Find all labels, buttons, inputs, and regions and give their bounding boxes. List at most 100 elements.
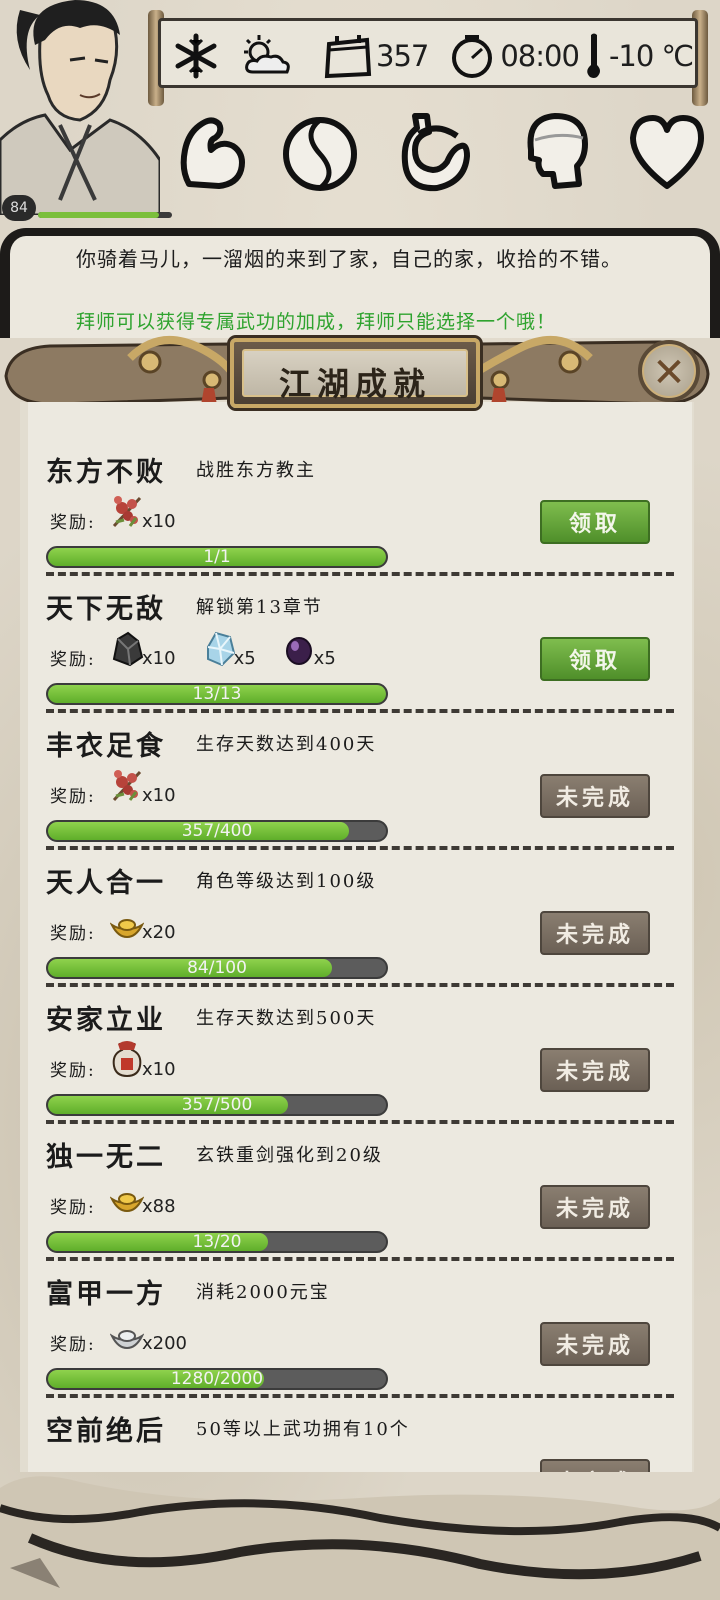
- reward-item[interactable]: x88: [109, 1177, 176, 1219]
- reward-label: 奖励:: [50, 924, 96, 944]
- dialog-title: 江湖成就: [278, 365, 431, 403]
- achievement-name: 安家立业: [46, 1005, 166, 1036]
- achievement-desc: 生存天数达到500天: [196, 1008, 377, 1029]
- heart-icon[interactable]: [625, 110, 705, 194]
- achievement-progress-bar: 1280/2000: [46, 1368, 388, 1390]
- mind-icon[interactable]: [513, 110, 593, 194]
- crystal-icon: [202, 629, 236, 671]
- reward-list: x88: [109, 1177, 202, 1219]
- reward-qty: x10: [142, 648, 176, 669]
- status-scroll: 357 08:00 -10 ℃: [148, 10, 708, 106]
- level-progress-fill: [38, 212, 159, 218]
- reward-label: 奖励:: [50, 650, 96, 670]
- ore-icon: [110, 629, 144, 671]
- reward-label: 奖励:: [50, 1061, 96, 1081]
- achievement-progress-text: 357/400: [181, 821, 253, 841]
- yin-yang-icon[interactable]: [280, 110, 360, 194]
- achievement-name: 空前绝后: [46, 1416, 166, 1447]
- wine-jar-icon: [110, 1040, 144, 1082]
- thermometer-icon: [579, 28, 609, 84]
- reward-qty: x5: [313, 648, 336, 669]
- achievement-item: 天人合一 角色等级达到100级奖励: x20 84/100 未完成: [28, 841, 692, 987]
- reward-qty: x10: [142, 511, 176, 532]
- flower-icon: [110, 766, 144, 808]
- gem-icon: [282, 629, 316, 671]
- incomplete-button[interactable]: 未完成: [540, 911, 650, 955]
- reward-qty: x5: [233, 648, 256, 669]
- calendar-icon: [320, 28, 376, 84]
- title-plate: 江湖成就: [230, 338, 480, 408]
- reward-item[interactable]: x5: [282, 629, 336, 671]
- achievement-progress-text: 13/13: [192, 684, 242, 704]
- achievement-desc: 战胜东方教主: [196, 460, 316, 481]
- silver-ingot-icon: [109, 1314, 145, 1356]
- reward-list: x10 x5 x5: [110, 631, 362, 671]
- achievement-progress-text: 1280/2000: [170, 1369, 264, 1389]
- achievement-name: 天人合一: [46, 868, 166, 899]
- reward-item[interactable]: x10: [110, 629, 176, 671]
- snowflake-icon: [168, 28, 224, 84]
- incomplete-button[interactable]: 未完成: [540, 1322, 650, 1366]
- reward-item[interactable]: x10: [110, 766, 176, 808]
- avatar[interactable]: [0, 0, 160, 215]
- achievement-item: 丰衣足食 生存天数达到400天 奖励: x10 357/400 未完成: [28, 704, 692, 850]
- gold-ingot-icon: [109, 903, 145, 945]
- achievement-desc: 角色等级达到100级: [196, 871, 377, 892]
- incomplete-button[interactable]: 未完成: [540, 1048, 650, 1092]
- reward-qty: x88: [142, 1196, 176, 1217]
- incomplete-button[interactable]: 未完成: [540, 1185, 650, 1229]
- attribute-row: [175, 110, 720, 200]
- achievement-progress-bar: 13/13: [46, 683, 388, 705]
- reward-list: x10: [110, 768, 202, 808]
- achievement-item: 独一无二 玄铁重剑强化到20级 奖励: x88 13/20 未完成: [28, 1115, 692, 1261]
- reward-label: 奖励:: [50, 513, 96, 533]
- reward-qty: x10: [142, 1059, 176, 1080]
- achievement-progress-bar: 357/400: [46, 820, 388, 842]
- reward-qty: x20: [142, 922, 176, 943]
- stomach-icon[interactable]: [397, 110, 477, 194]
- close-button[interactable]: ✕: [638, 340, 700, 402]
- days-count: 357: [376, 39, 429, 73]
- reward-item[interactable]: x10: [110, 492, 176, 534]
- reward-item[interactable]: x200: [109, 1314, 188, 1356]
- reward-item[interactable]: x20: [109, 903, 176, 945]
- claim-button[interactable]: 领取: [540, 500, 650, 544]
- achievement-name: 丰衣足食: [46, 731, 166, 762]
- incomplete-button[interactable]: 未完成: [540, 774, 650, 818]
- achievement-desc: 50等以上武功拥有10个: [196, 1419, 410, 1440]
- achievement-progress-text: 1/1: [203, 547, 231, 567]
- achievement-name: 富甲一方: [46, 1279, 166, 1310]
- reward-qty: x10: [142, 785, 176, 806]
- reward-list: x10: [110, 494, 202, 534]
- bottom-scroll: [0, 1468, 720, 1600]
- reward-item[interactable]: x10: [110, 1040, 176, 1082]
- achievement-name: 东方不败: [46, 457, 166, 488]
- reward-qty: x200: [142, 1333, 188, 1354]
- strength-icon[interactable]: [175, 110, 255, 194]
- achievement-name: 天下无敌: [46, 594, 166, 625]
- achievement-progress-bar: 357/500: [46, 1094, 388, 1116]
- achievement-progress-bar: 13/20: [46, 1231, 388, 1253]
- achievement-desc: 解锁第13章节: [196, 597, 323, 618]
- achievement-item: 空前绝后50等以上武功拥有10个奖励:未完成: [28, 1389, 692, 1472]
- achievement-desc: 玄铁重剑强化到20级: [196, 1145, 383, 1166]
- achievement-progress-text: 84/100: [187, 958, 247, 978]
- reward-label: 奖励:: [50, 1335, 96, 1355]
- temperature-display: -10 ℃: [608, 39, 694, 73]
- achievement-progress-bar: 1/1: [46, 546, 388, 568]
- reward-list: x20: [109, 903, 202, 945]
- achievement-progress-bar: 84/100: [46, 957, 388, 979]
- achievement-desc: 生存天数达到400天: [196, 734, 377, 755]
- flower-icon: [110, 492, 144, 534]
- achievement-list[interactable]: 东方不败 战胜东方教主 奖励: x10 1/1 领取 天下无敌 解锁第13章节 奖励: x10 x5…: [28, 402, 692, 1472]
- story-text: 你骑着马儿，一溜烟的来到了家，自己的家，收拾的不错。: [76, 247, 622, 271]
- gold-ingot-icon: [109, 1177, 145, 1219]
- status-row: 357 08:00 -10 ℃: [168, 28, 694, 84]
- time-display: 08:00: [500, 39, 580, 73]
- title-plate-inner: 江湖成就: [242, 349, 468, 403]
- level-badge: 84: [2, 195, 36, 221]
- achievement-item: 天下无敌 解锁第13章节奖励: x10 x5 x5 13/13 领取: [28, 567, 692, 713]
- achievement-item: 安家立业 生存天数达到500天奖励: x10 357/500 未完成: [28, 978, 692, 1124]
- reward-item[interactable]: x5: [202, 629, 256, 671]
- claim-button[interactable]: 领取: [540, 637, 650, 681]
